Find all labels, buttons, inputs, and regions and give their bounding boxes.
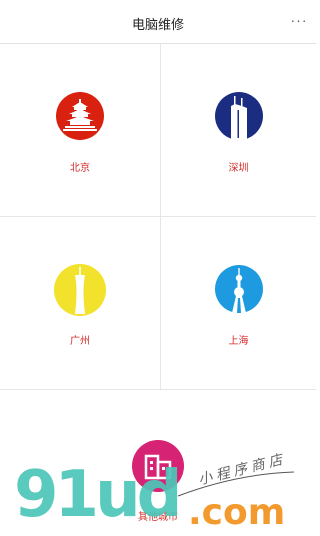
city-cell-shanghai[interactable]: 上海 [161, 217, 316, 390]
oriental-pearl-tower-icon [214, 265, 263, 313]
skyscraper-icon [214, 92, 263, 140]
page-title: 电脑维修 [131, 17, 184, 32]
city-cell-shenzhen[interactable]: 深圳 [161, 44, 316, 217]
city-cell-beijing[interactable]: 北京 [0, 44, 161, 217]
canton-tower-icon [54, 264, 106, 316]
temple-of-heaven-icon [56, 92, 104, 140]
city-cell-guangzhou[interactable]: 广州 [0, 217, 161, 390]
city-label-shanghai: 上海 [228, 336, 249, 347]
city-label-shenzhen: 深圳 [228, 163, 249, 174]
watermark-logo-number: 91ud [14, 458, 182, 532]
watermark-swoosh-icon [177, 471, 295, 497]
navigation-bar: 电脑维修 ··· [0, 0, 316, 44]
city-label-beijing: 北京 [70, 163, 90, 174]
more-options-icon[interactable]: ··· [288, 10, 310, 30]
city-label-guangzhou: 广州 [70, 336, 90, 347]
